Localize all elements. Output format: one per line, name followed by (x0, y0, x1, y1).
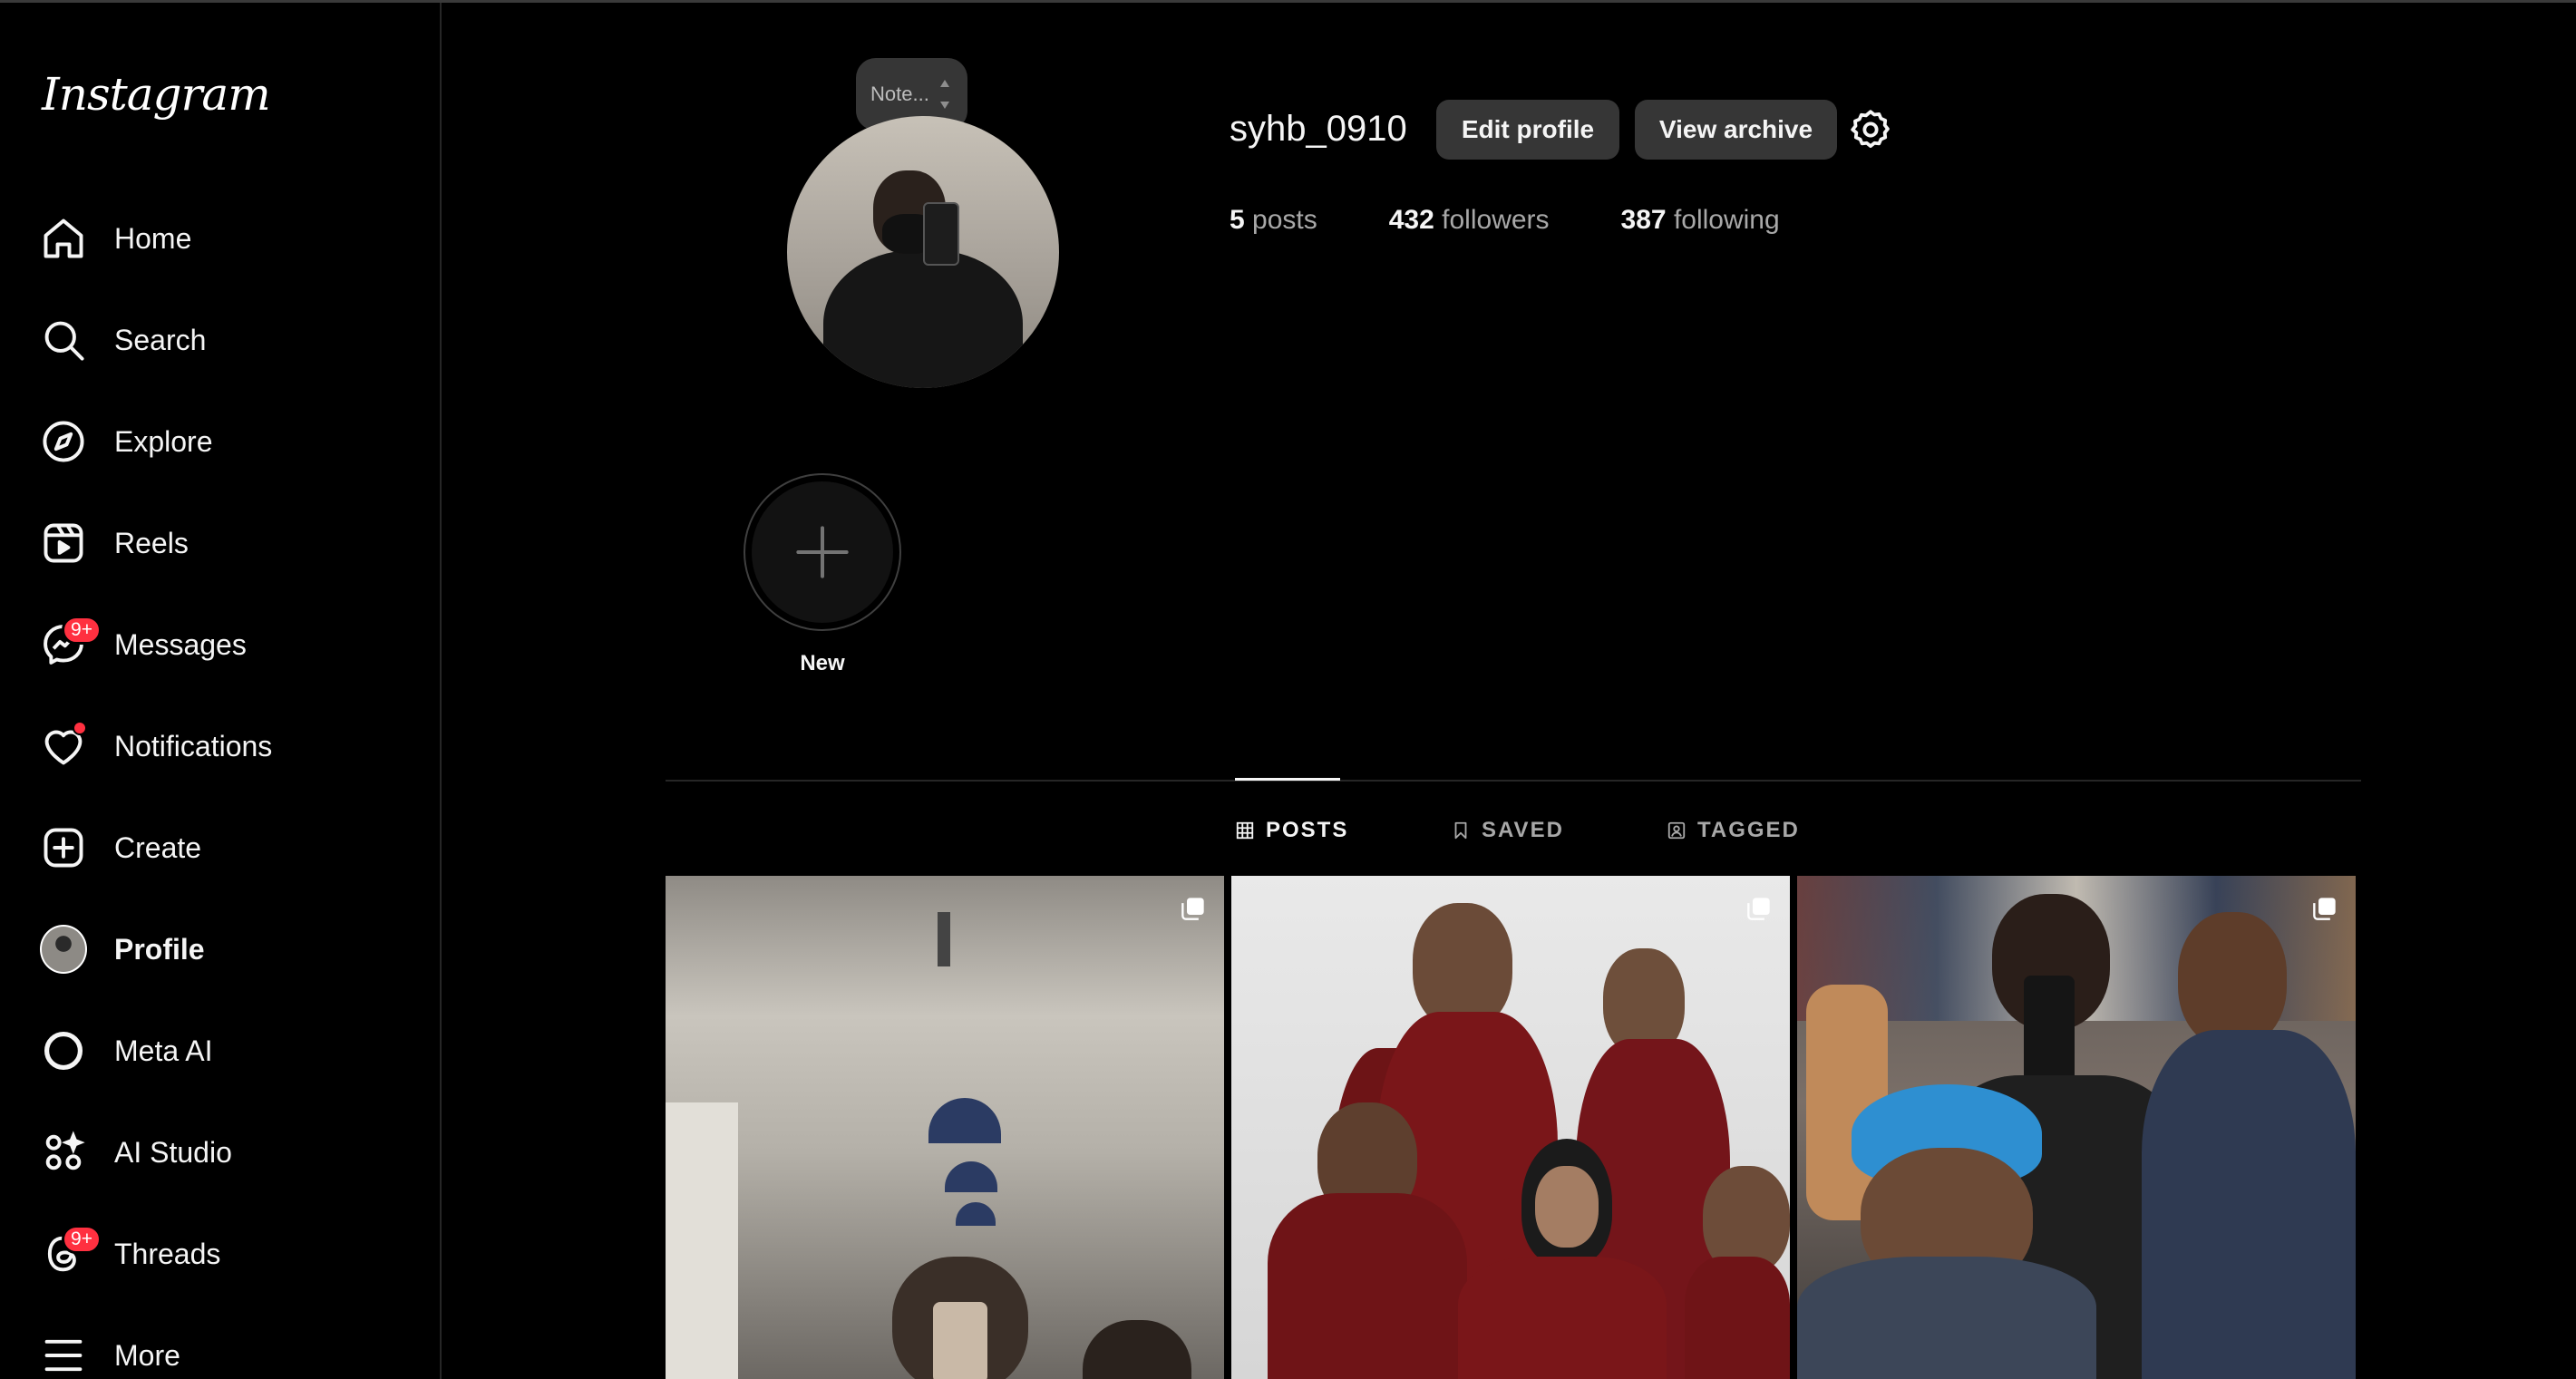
sidebar-item-label: Threads (114, 1237, 221, 1270)
sidebar-item-notifications[interactable]: Notifications (18, 704, 417, 788)
sidebar-item-label: Notifications (114, 729, 273, 762)
sidebar-item-label: AI Studio (114, 1135, 232, 1169)
sidebar-item-label: Explore (114, 424, 213, 458)
profile-username: syhb_0910 (1230, 109, 1407, 149)
tab-label: TAGGED (1697, 818, 1800, 842)
threads-icon: 9+ (40, 1225, 102, 1277)
sidebar-item-label: Home (114, 221, 192, 255)
tabs-divider (666, 780, 2361, 782)
profile-avatar-small (40, 925, 87, 974)
sidebar-item-profile[interactable]: Profile (18, 908, 417, 991)
multiple-posts-icon (2313, 898, 2336, 920)
sidebar-item-explore[interactable]: Explore (18, 400, 417, 483)
note-placeholder: Note... (870, 83, 929, 105)
sidebar-item-label: Meta AI (114, 1034, 213, 1067)
bookmark-icon (1454, 821, 1467, 840)
following-stat[interactable]: 387 following (1621, 205, 1780, 236)
tab-label: POSTS (1266, 818, 1349, 842)
plus-icon (796, 526, 849, 578)
sidebar-item-search[interactable]: Search (18, 298, 417, 382)
active-tab-indicator (1235, 778, 1340, 781)
new-highlight-label: New (800, 651, 845, 675)
profile-picture[interactable] (787, 116, 1059, 388)
post-thumbnail[interactable] (1797, 876, 2356, 1379)
settings-gear-icon[interactable] (1848, 107, 1893, 152)
notification-dot (73, 721, 87, 735)
tab-label: SAVED (1482, 818, 1564, 842)
sidebar-item-messages[interactable]: 9+ Messages (18, 603, 417, 686)
sidebar-item-meta-ai[interactable]: Meta AI (18, 1009, 417, 1093)
posts-stat: 5 posts (1230, 205, 1317, 235)
reels-icon (40, 520, 87, 567)
messenger-icon: 9+ (40, 616, 102, 668)
sidebar-item-label: Profile (114, 932, 205, 966)
sidebar-item-create[interactable]: Create (18, 806, 417, 889)
new-highlight-button[interactable] (744, 473, 901, 631)
tag-user-icon (1667, 821, 1686, 840)
edit-profile-button[interactable]: Edit profile (1436, 100, 1619, 160)
sidebar-item-reels[interactable]: Reels (18, 501, 417, 585)
messages-badge: 9+ (62, 616, 102, 645)
tab-posts[interactable]: POSTS (1235, 814, 1348, 847)
home-icon (40, 215, 87, 262)
tab-tagged[interactable]: TAGGED (1667, 814, 1800, 847)
ai-studio-icon (40, 1129, 87, 1176)
note-scroll-arrows-icon (940, 80, 949, 109)
sidebar-item-label: Search (114, 323, 207, 356)
post-thumbnail[interactable] (1231, 876, 1790, 1379)
meta-ai-icon (40, 1027, 87, 1074)
menu-icon (40, 1332, 87, 1379)
tab-saved[interactable]: SAVED (1451, 814, 1564, 847)
compass-icon (40, 418, 87, 465)
sidebar-item-threads[interactable]: 9+ Threads (18, 1212, 417, 1296)
plus-square-icon (40, 824, 87, 871)
grid-icon (1236, 821, 1254, 840)
instagram-logo[interactable]: Instagram (42, 68, 271, 121)
avatar (40, 925, 87, 974)
followers-stat[interactable]: 432 followers (1389, 205, 1550, 236)
view-archive-button[interactable]: View archive (1635, 100, 1837, 160)
post-thumbnail[interactable] (666, 876, 1224, 1379)
sidebar-item-label: Create (114, 830, 202, 864)
sidebar: Instagram Home Search Explore Reels 9+ M… (0, 3, 442, 1379)
profile-stats: 5 posts 432 followers 387 following (1230, 205, 1852, 236)
sidebar-item-label: Messages (114, 627, 247, 661)
multiple-posts-icon (1747, 898, 1770, 920)
sidebar-item-label: More (114, 1338, 180, 1372)
threads-badge: 9+ (62, 1225, 102, 1254)
sidebar-item-more[interactable]: More (18, 1314, 417, 1379)
sidebar-item-home[interactable]: Home (18, 197, 417, 280)
search-icon (40, 316, 87, 364)
multiple-posts-icon (1181, 898, 1204, 920)
sidebar-item-ai-studio[interactable]: AI Studio (18, 1111, 417, 1194)
sidebar-item-label: Reels (114, 526, 189, 559)
heart-icon (40, 721, 87, 770)
